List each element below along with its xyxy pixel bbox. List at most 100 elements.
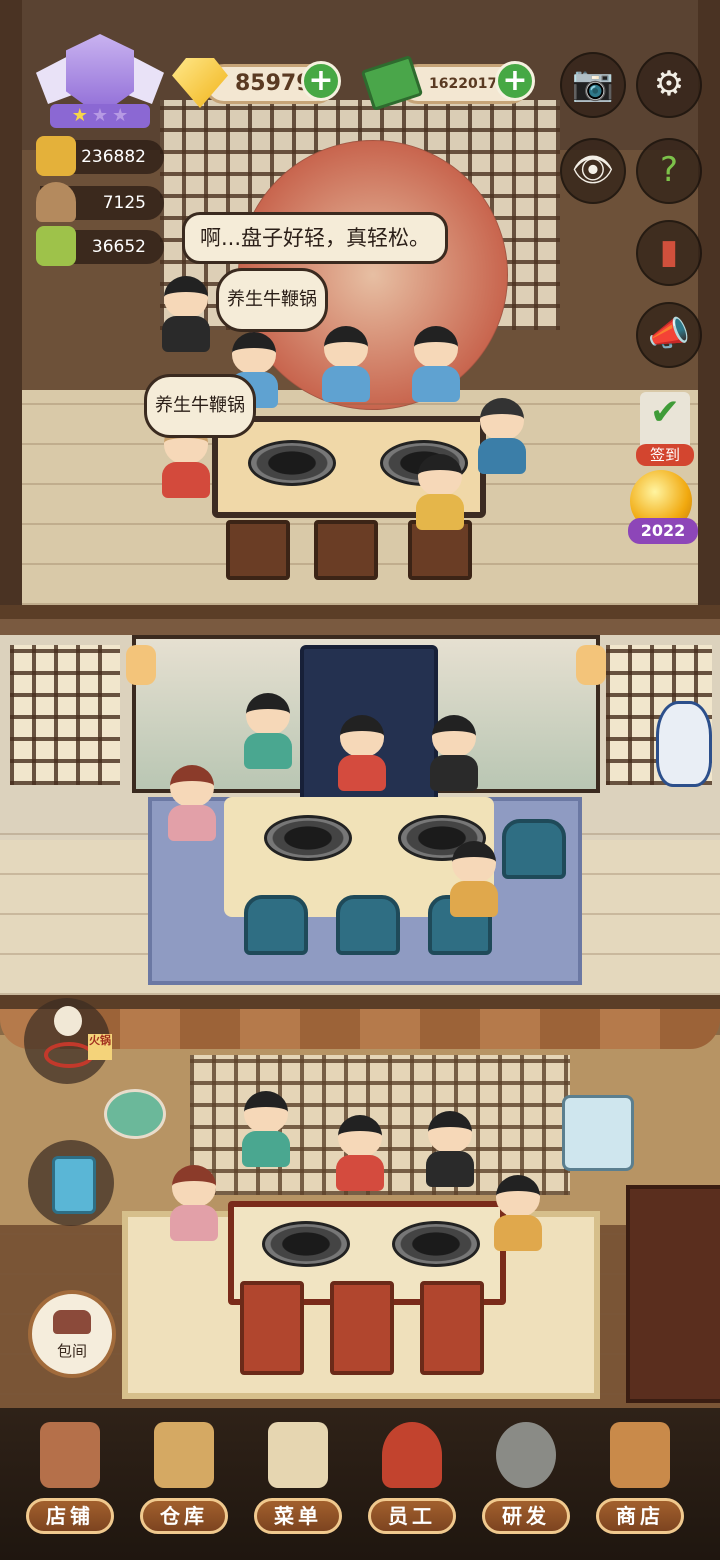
stat-recipe[interactable]: 36652 xyxy=(36,226,164,266)
customer-character[interactable] xyxy=(414,454,466,530)
sofa-icon xyxy=(53,1310,91,1334)
speech-bubble: 啊...盘子好轻，真轻松。 xyxy=(182,212,448,264)
question-book-icon: ? xyxy=(659,150,679,190)
bicycle-icon xyxy=(44,1042,94,1068)
order-list-button[interactable] xyxy=(28,1140,114,1226)
recipe-book-icon xyxy=(36,226,76,266)
dish-cover-icon xyxy=(36,182,76,222)
stat-value: 7125 xyxy=(102,193,146,213)
customer-character[interactable] xyxy=(410,326,462,402)
customer-character[interactable] xyxy=(242,693,294,769)
star-icon: ★ xyxy=(91,105,109,126)
nav-menu[interactable]: 菜单 xyxy=(254,1422,342,1534)
hotpot-burner xyxy=(392,1221,480,1267)
plant-bowl xyxy=(104,1089,166,1139)
event-2022-label[interactable]: 2022 xyxy=(628,518,698,544)
side-cabinet xyxy=(626,1185,720,1403)
chair xyxy=(244,895,308,955)
lattice-window xyxy=(10,645,120,785)
camera-icon: 📷 xyxy=(571,64,615,104)
star-icon: ★ xyxy=(71,105,88,126)
nav-label: 仓库 xyxy=(140,1498,228,1534)
stat-value: 236882 xyxy=(81,147,146,167)
chair xyxy=(502,819,566,879)
hotpot-icon xyxy=(36,136,76,176)
rabbit-rider-icon xyxy=(54,1006,82,1036)
order-bubble[interactable]: 养生牛鞭锅 xyxy=(216,268,328,332)
checklist-icon xyxy=(268,1422,328,1488)
camera-button[interactable]: 📷 xyxy=(560,52,626,118)
private-room-label: 包间 xyxy=(56,1342,87,1360)
chair xyxy=(240,1281,304,1375)
nav-research[interactable]: 研发 xyxy=(482,1422,570,1534)
customer-character[interactable] xyxy=(492,1175,544,1251)
nav-warehouse[interactable]: 仓库 xyxy=(140,1422,228,1534)
shop-awning-icon xyxy=(610,1422,670,1488)
wok-icon xyxy=(496,1422,556,1488)
chair xyxy=(314,520,378,580)
hotpot-burner xyxy=(264,815,352,861)
stat-hotpot[interactable]: 236882 xyxy=(36,136,164,176)
chair xyxy=(226,520,290,580)
customer-character[interactable] xyxy=(448,841,500,917)
announcement-button[interactable]: 📣 xyxy=(636,302,702,368)
floor-3-dining-room[interactable] xyxy=(0,995,720,1435)
nav-label: 研发 xyxy=(482,1498,570,1534)
hotpot-burner xyxy=(248,440,336,486)
red-book-icon: ▮ xyxy=(659,232,679,272)
nav-store[interactable]: 店铺 xyxy=(26,1422,114,1534)
order-bubble[interactable]: 养生牛鞭锅 xyxy=(144,374,256,438)
chef-icon xyxy=(382,1422,442,1488)
floor-beam xyxy=(0,995,720,1009)
crates-icon xyxy=(154,1422,214,1488)
floor-beam xyxy=(0,605,720,619)
porcelain-vase xyxy=(656,701,712,787)
customer-character[interactable] xyxy=(428,715,480,791)
customer-character[interactable] xyxy=(476,398,528,474)
nav-staff[interactable]: 员工 xyxy=(368,1422,456,1534)
stat-value: 36652 xyxy=(91,237,146,257)
delivery-button[interactable]: 火锅 xyxy=(24,998,112,1084)
chair xyxy=(420,1281,484,1375)
nav-shop[interactable]: 商店 xyxy=(596,1422,684,1534)
customer-character[interactable] xyxy=(168,1165,220,1241)
private-room-button[interactable]: 包间 xyxy=(28,1290,116,1378)
customer-character[interactable] xyxy=(320,326,372,402)
pillar-left xyxy=(0,0,22,605)
checkin-button[interactable]: ✔ 签到 xyxy=(636,392,694,466)
checkin-label: 签到 xyxy=(636,444,694,466)
restaurant-rank-badge[interactable]: ★ ★ ★ xyxy=(36,34,164,134)
floor-2-dining-room[interactable] xyxy=(0,605,720,995)
nav-label: 商店 xyxy=(596,1498,684,1534)
stat-dish[interactable]: 7125 xyxy=(36,182,164,222)
customer-character[interactable] xyxy=(424,1111,476,1187)
task-book-button[interactable]: ▮ xyxy=(636,220,702,286)
customer-character[interactable] xyxy=(240,1091,292,1167)
storefront-icon xyxy=(40,1422,100,1488)
floor-lamp xyxy=(576,645,606,685)
hotpot-burner xyxy=(262,1221,350,1267)
add-cash-button[interactable]: + xyxy=(495,61,535,101)
settings-button[interactable]: ⚙ xyxy=(636,52,702,118)
floor-lamp xyxy=(126,645,156,685)
eye-icon: 👁 xyxy=(571,150,615,190)
add-gems-button[interactable]: + xyxy=(301,61,341,101)
star-icon: ★ xyxy=(112,105,129,126)
delivery-box-sign: 火锅 xyxy=(88,1034,112,1060)
customer-character[interactable] xyxy=(166,765,218,841)
megaphone-icon: 📣 xyxy=(647,314,691,354)
brush-pot xyxy=(562,1095,634,1171)
customer-character[interactable] xyxy=(336,715,388,791)
nav-label: 员工 xyxy=(368,1498,456,1534)
nav-label: 店铺 xyxy=(26,1498,114,1534)
waiter-character[interactable] xyxy=(160,276,212,352)
gear-icon: ⚙ xyxy=(653,64,685,104)
help-book-button[interactable]: ? xyxy=(636,138,702,204)
bottom-navigation: 店铺 仓库 菜单 员工 研发 商店 xyxy=(0,1408,720,1560)
chair xyxy=(336,895,400,955)
clipboard-icon xyxy=(52,1156,96,1214)
checkmark-icon: ✔ xyxy=(649,392,681,433)
customer-character[interactable] xyxy=(334,1115,386,1191)
view-button[interactable]: 👁 xyxy=(560,138,626,204)
nav-label: 菜单 xyxy=(254,1498,342,1534)
